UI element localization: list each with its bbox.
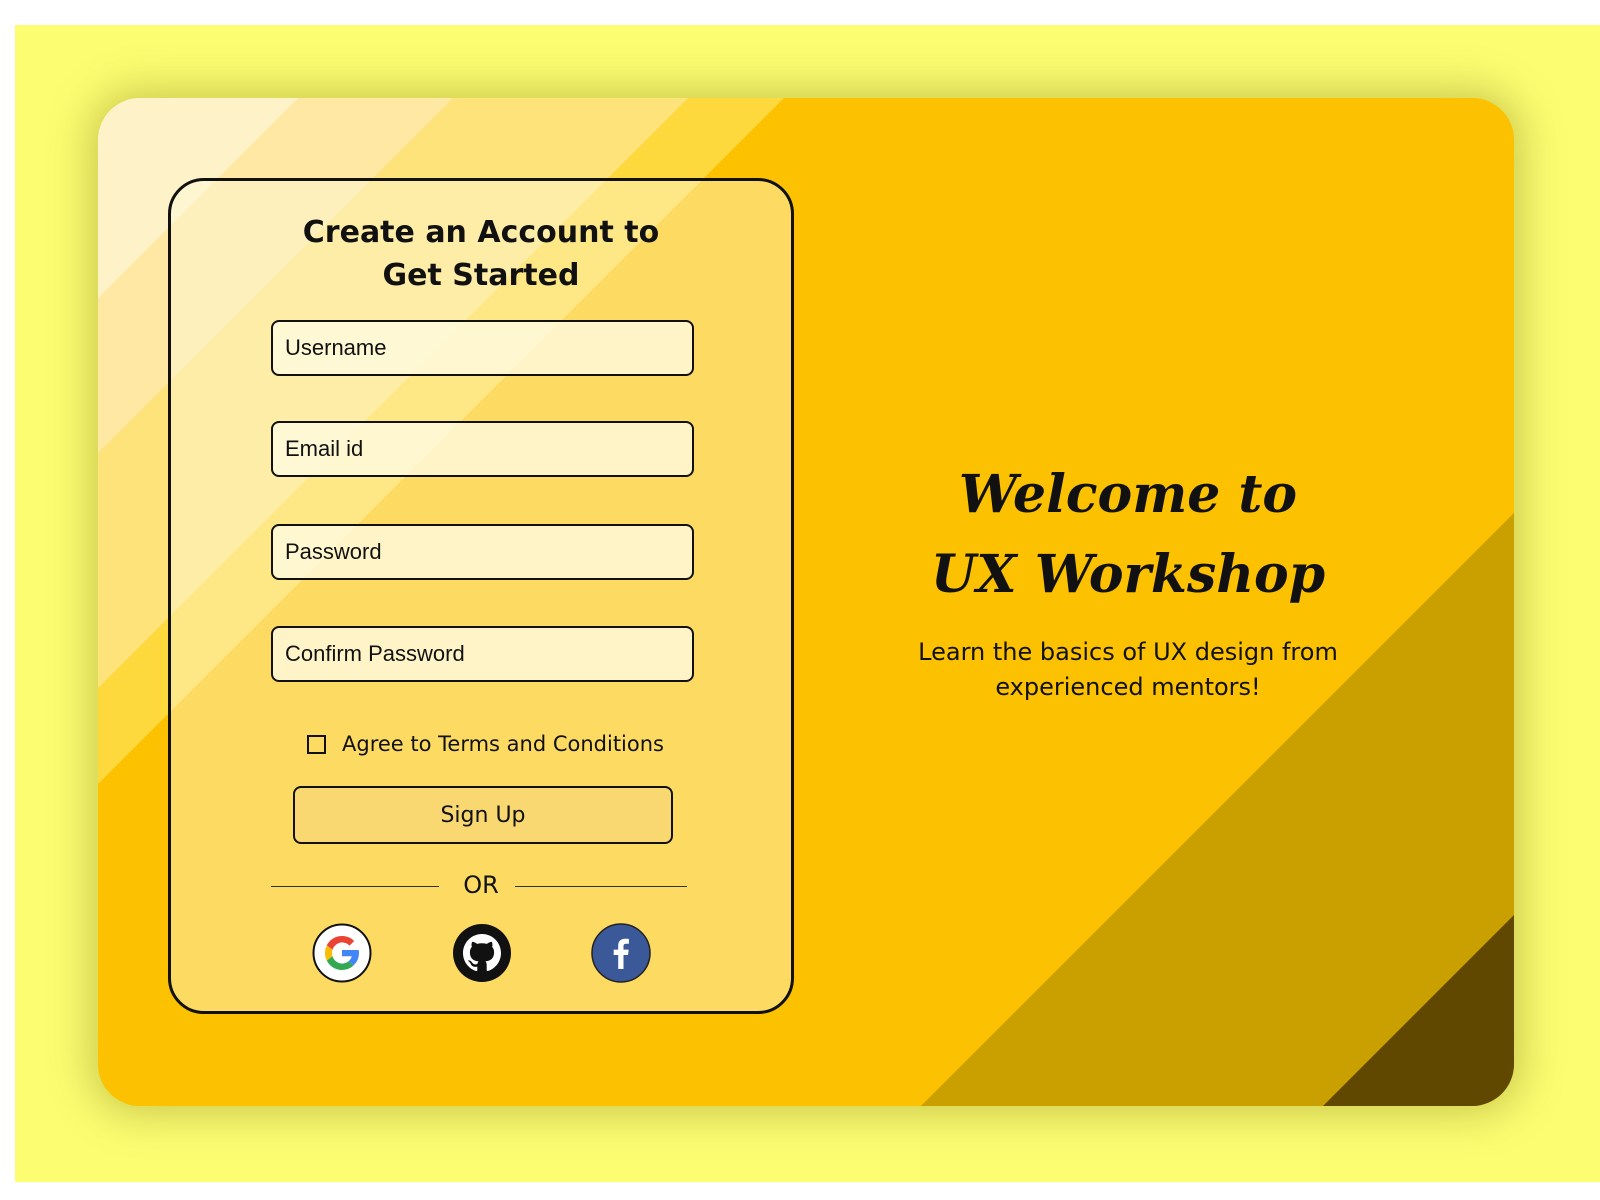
welcome-subtitle-line-2: experienced mentors! [995,673,1261,701]
password-input[interactable] [271,524,694,580]
google-icon [312,923,372,983]
form-title-line-1: Create an Account to [302,215,660,250]
email-input[interactable] [271,421,694,477]
or-divider-text: OR [463,871,499,899]
form-title: Create an Account to Get Started [171,211,791,297]
confirm-password-input[interactable] [271,626,694,682]
github-login-button[interactable] [452,923,512,983]
terms-checkbox[interactable] [307,734,326,754]
terms-row[interactable]: Agree to Terms and Conditions [307,729,664,759]
welcome-heading-line-2: UX Workshop [930,544,1326,605]
username-input[interactable] [271,320,694,376]
facebook-icon [591,923,651,983]
facebook-login-button[interactable] [591,923,651,983]
welcome-heading-line-1: Welcome to [958,464,1298,525]
sign-up-button[interactable]: Sign Up [293,786,673,844]
terms-label: Agree to Terms and Conditions [342,732,664,756]
form-title-line-2: Get Started [382,258,580,293]
divider-line-right [515,886,687,887]
welcome-subtitle-line-1: Learn the basics of UX design from [918,638,1338,666]
google-login-button[interactable] [312,923,372,983]
signup-form-panel: Create an Account to Get Started Agree t… [168,178,794,1014]
welcome-subtitle: Learn the basics of UX design from exper… [878,635,1378,705]
welcome-heading: Welcome to UX Workshop [878,455,1378,615]
github-icon [453,924,511,982]
